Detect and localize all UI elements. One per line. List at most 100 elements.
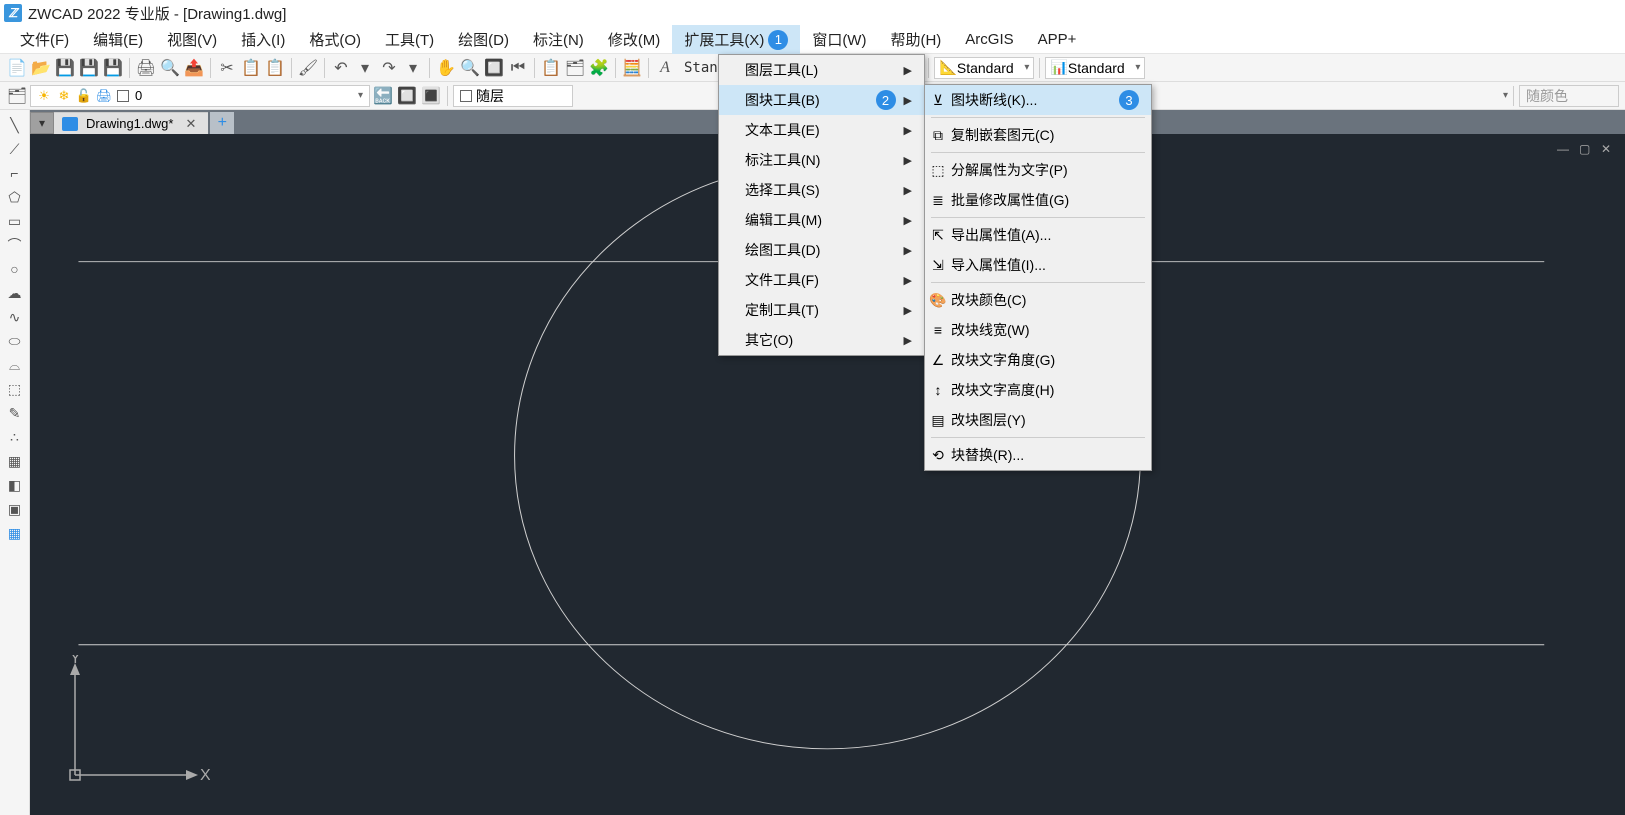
linetype-arrow[interactable]: ▾ xyxy=(1503,90,1508,101)
submenu-draw-tools[interactable]: 绘图工具(D) ▶ xyxy=(719,235,924,265)
ellipse-icon[interactable]: ⬭ xyxy=(3,330,27,352)
blockedit-icon[interactable]: ✎ xyxy=(3,402,27,424)
redo-icon[interactable]: ↷ xyxy=(378,57,400,79)
submenu-layer-tools[interactable]: 图层工具(L) ▶ xyxy=(719,55,924,85)
gradient-icon[interactable]: ◧ xyxy=(3,474,27,496)
submenu-changeheight[interactable]: ↕ 改块文字高度(H) xyxy=(925,375,1151,405)
zoomwindow-icon[interactable]: 🔲 xyxy=(483,57,505,79)
copy-icon[interactable]: 📋 xyxy=(240,57,262,79)
submenu-other-tools[interactable]: 其它(O) ▶ xyxy=(719,325,924,355)
tab-nav-dropdown[interactable]: ▾ xyxy=(30,112,54,134)
submenu-copynested[interactable]: ⧉ 复制嵌套图元(C) xyxy=(925,120,1151,150)
submenu-select-tools[interactable]: 选择工具(S) ▶ xyxy=(719,175,924,205)
document-tab[interactable]: Drawing1.dwg* ✕ xyxy=(54,112,208,134)
layer-color-swatch xyxy=(117,90,129,102)
region-icon[interactable]: ▣ xyxy=(3,498,27,520)
submenu-batchmodify[interactable]: ≣ 批量修改属性值(G) xyxy=(925,185,1151,215)
saveall-icon[interactable]: 💾 xyxy=(102,57,124,79)
toolpalette-icon[interactable]: 🧩 xyxy=(588,57,610,79)
save-icon[interactable]: 💾 xyxy=(54,57,76,79)
layermanager-icon[interactable]: 🗂 xyxy=(6,85,28,107)
publish-icon[interactable]: 📤 xyxy=(183,57,205,79)
submenu-replace[interactable]: ⟲ 块替换(R)... xyxy=(925,440,1151,470)
dimstyle-dropdown[interactable]: 📐 Standard ▾ xyxy=(934,57,1034,79)
zoomprev-icon[interactable]: ⏮ xyxy=(507,57,529,79)
matchprop-icon[interactable]: 🖌 xyxy=(297,57,319,79)
color-dropdown[interactable]: 随层 xyxy=(453,85,573,107)
menu-view[interactable]: 视图(V) xyxy=(155,25,229,54)
line-icon[interactable]: ╲ xyxy=(3,114,27,136)
menu-window[interactable]: 窗口(W) xyxy=(800,25,878,54)
submenu-custom-tools[interactable]: 定制工具(T) ▶ xyxy=(719,295,924,325)
menu-modify[interactable]: 修改(M) xyxy=(596,25,673,54)
close-icon[interactable]: ✕ xyxy=(1601,142,1617,156)
submenu-text-tools[interactable]: 文本工具(E) ▶ xyxy=(719,115,924,145)
menu-arcgis[interactable]: ArcGIS xyxy=(953,27,1025,52)
app-icon xyxy=(4,4,22,22)
point-icon[interactable]: ∴ xyxy=(3,426,27,448)
tab-add-button[interactable]: + xyxy=(210,112,234,134)
ray-icon[interactable]: ⟋ xyxy=(3,138,27,160)
submenu-explodeattr[interactable]: ⬚ 分解属性为文字(P) xyxy=(925,155,1151,185)
designcenter-icon[interactable]: 🗂 xyxy=(564,57,586,79)
submenu-dim-tools[interactable]: 标注工具(N) ▶ xyxy=(719,145,924,175)
menu-file[interactable]: 文件(F) xyxy=(8,25,81,54)
circle-icon[interactable]: ○ xyxy=(3,258,27,280)
arc-icon[interactable]: ⌒ xyxy=(3,234,27,256)
menu-tools[interactable]: 工具(T) xyxy=(373,25,446,54)
maximize-icon[interactable]: ▢ xyxy=(1579,142,1595,156)
tablestyle-dropdown[interactable]: 📊 Standard ▾ xyxy=(1045,57,1145,79)
menu-format[interactable]: 格式(O) xyxy=(297,25,373,54)
menu-dimension[interactable]: 标注(N) xyxy=(521,25,596,54)
pan-icon[interactable]: ✋ xyxy=(435,57,457,79)
layer-name: 0 xyxy=(135,88,142,103)
menu-expresstools[interactable]: 扩展工具(X) 1 xyxy=(672,25,800,54)
submenu-changelw[interactable]: ≡ 改块线宽(W) xyxy=(925,315,1151,345)
hatch-icon[interactable]: ▦ xyxy=(3,450,27,472)
calc-icon[interactable]: 🧮 xyxy=(621,57,643,79)
layerprev-icon[interactable]: 🔙 xyxy=(372,85,394,107)
printpreview-icon[interactable]: 🔍 xyxy=(159,57,181,79)
separator xyxy=(429,58,430,78)
menu-appplus[interactable]: APP+ xyxy=(1026,27,1089,52)
submenu-block-tools[interactable]: 图块工具(B) 2 ▶ xyxy=(719,85,924,115)
submenu-breakline[interactable]: ⊻ 图块断线(K)... 3 xyxy=(925,85,1151,115)
undo-dropdown-icon[interactable]: ▾ xyxy=(354,57,376,79)
zoom-icon[interactable]: 🔍 xyxy=(459,57,481,79)
print-icon[interactable]: 🖨 xyxy=(135,57,157,79)
submenu-exportattr[interactable]: ⇱ 导出属性值(A)... xyxy=(925,220,1151,250)
submenu-edit-tools[interactable]: 编辑工具(M) ▶ xyxy=(719,205,924,235)
changelw-icon: ≡ xyxy=(929,321,947,339)
ellipsearc-icon[interactable]: ⌓ xyxy=(3,354,27,376)
annotative-icon[interactable]: A xyxy=(654,57,676,79)
submenu-importattr[interactable]: ⇲ 导入属性值(I)... xyxy=(925,250,1151,280)
redo-dropdown-icon[interactable]: ▾ xyxy=(402,57,424,79)
submenu-file-tools[interactable]: 文件工具(F) ▶ xyxy=(719,265,924,295)
undo-icon[interactable]: ↶ xyxy=(330,57,352,79)
polygon-icon[interactable]: ⬠ xyxy=(3,186,27,208)
menu-help[interactable]: 帮助(H) xyxy=(878,25,953,54)
revcloud-icon[interactable]: ☁ xyxy=(3,282,27,304)
saveas-icon[interactable]: 💾 xyxy=(78,57,100,79)
block-icon[interactable]: ⬚ xyxy=(3,378,27,400)
menu-insert[interactable]: 插入(I) xyxy=(229,25,297,54)
menu-edit[interactable]: 编辑(E) xyxy=(81,25,155,54)
minimize-icon[interactable]: — xyxy=(1557,142,1573,156)
paste-icon[interactable]: 📋 xyxy=(264,57,286,79)
layer-dropdown[interactable]: ☀ ❄ 🔓 🖨 0 ▾ xyxy=(30,85,370,107)
properties-icon[interactable]: 📋 xyxy=(540,57,562,79)
rectangle-icon[interactable]: ▭ xyxy=(3,210,27,232)
new-icon[interactable]: 📄 xyxy=(6,57,28,79)
submenu-changelayer[interactable]: ▤ 改块图层(Y) xyxy=(925,405,1151,435)
open-icon[interactable]: 📂 xyxy=(30,57,52,79)
layeruniso-icon[interactable]: 🔳 xyxy=(420,85,442,107)
polyline-icon[interactable]: ⌐ xyxy=(3,162,27,184)
tab-close-icon[interactable]: ✕ xyxy=(181,116,200,132)
submenu-changeangle[interactable]: ∠ 改块文字角度(G) xyxy=(925,345,1151,375)
menu-draw[interactable]: 绘图(D) xyxy=(446,25,521,54)
spline-icon[interactable]: ∿ xyxy=(3,306,27,328)
cut-icon[interactable]: ✂ xyxy=(216,57,238,79)
layeriso-icon[interactable]: 🔲 xyxy=(396,85,418,107)
submenu-changecolor[interactable]: 🎨 改块颜色(C) xyxy=(925,285,1151,315)
table-icon[interactable]: ▦ xyxy=(3,522,27,544)
